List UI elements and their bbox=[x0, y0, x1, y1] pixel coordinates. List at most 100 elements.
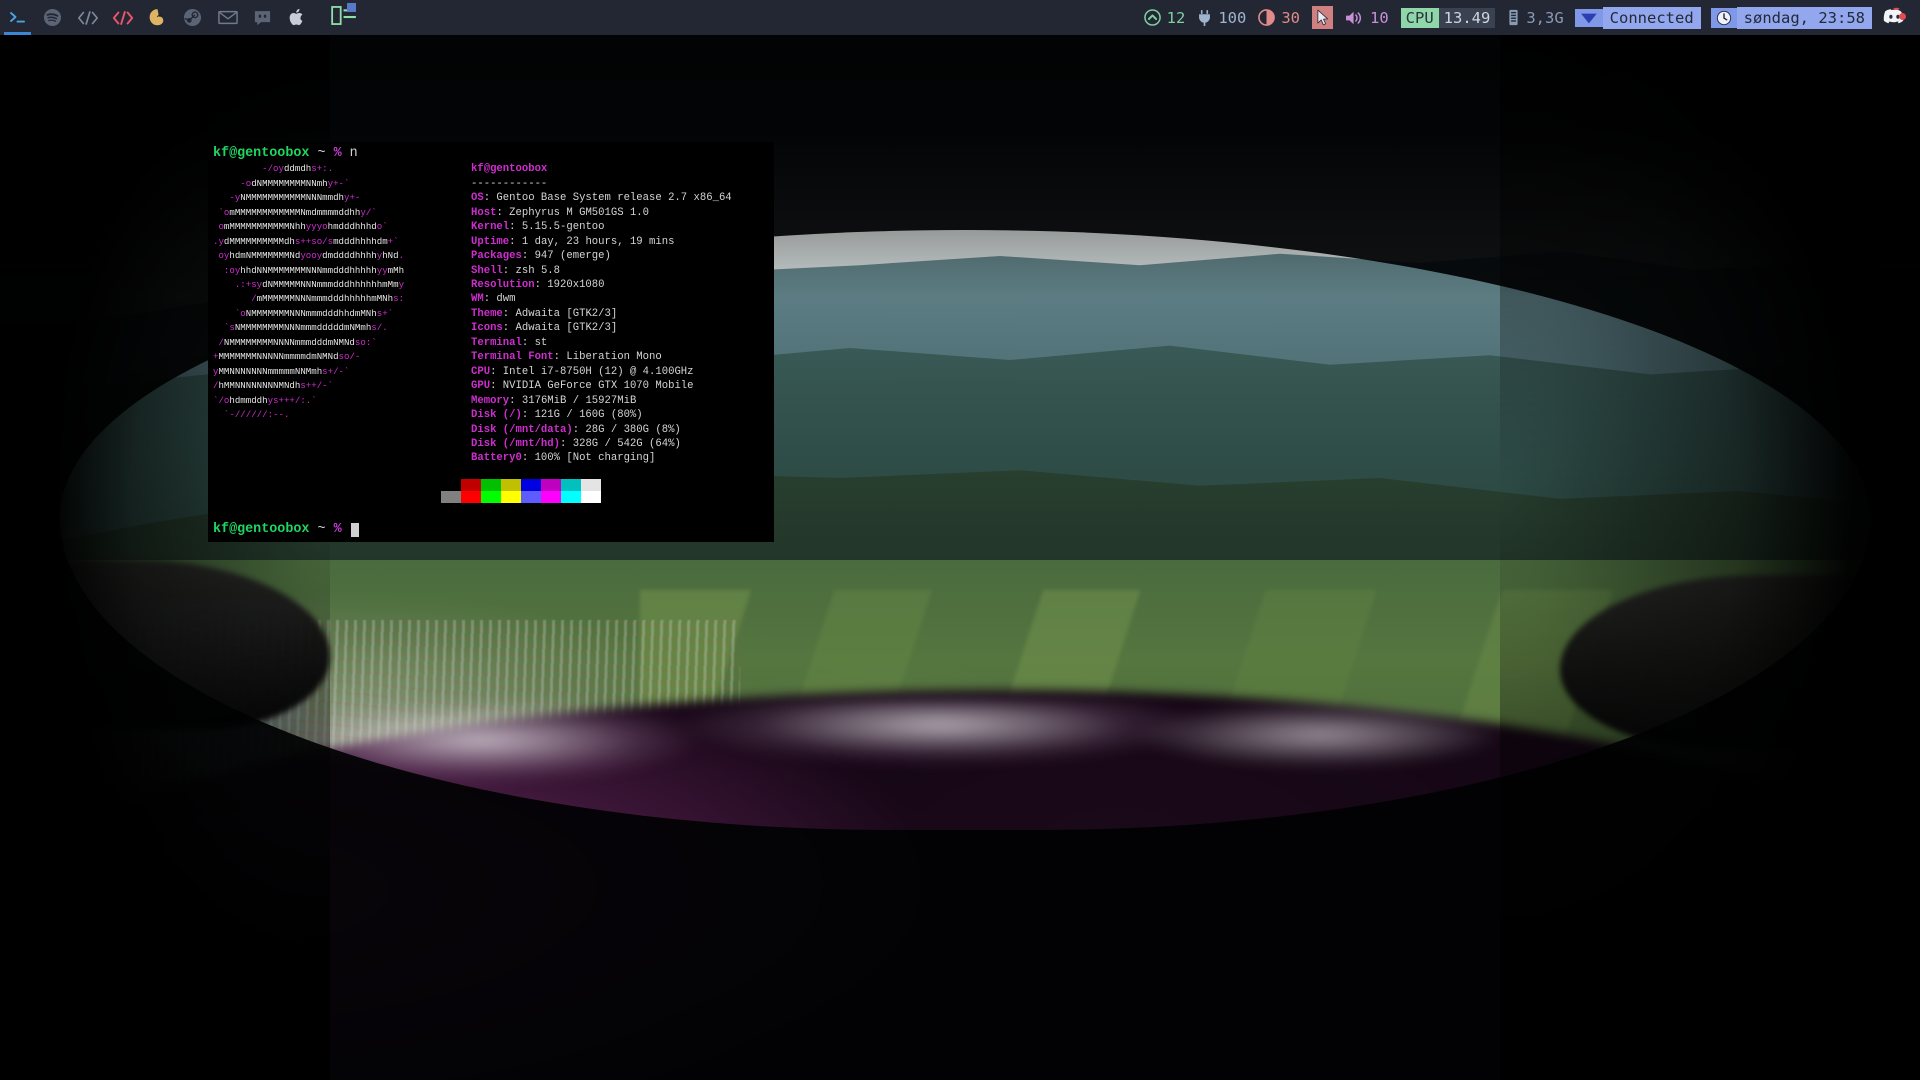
fetch-rule: ------------ bbox=[471, 177, 548, 190]
tag-code-gray[interactable] bbox=[70, 0, 105, 35]
fetch-row: Theme: Adwaita [GTK2/3] bbox=[471, 307, 732, 321]
code-brackets-red-icon bbox=[112, 10, 134, 26]
fetch-value: : 1920x1080 bbox=[534, 279, 605, 292]
desktop-screen: 12 100 30 10 CPU 13.49 3,3G Connected sø… bbox=[0, 0, 1920, 1080]
fetch-value: : dwm bbox=[483, 293, 516, 306]
prompt-user-host: kf@gentoobox bbox=[213, 146, 310, 161]
palette-swatch bbox=[541, 478, 561, 491]
fetch-value: : NVIDIA GeForce GTX 1070 Mobile bbox=[490, 380, 694, 393]
fetch-value: : 5.15.5-gentoo bbox=[509, 221, 605, 234]
fetch-row: Host: Zephyrus M GM501GS 1.0 bbox=[471, 206, 732, 220]
fetch-row: Resolution: 1920x1080 bbox=[471, 278, 732, 292]
prompt2-user-host: kf@gentoobox bbox=[213, 521, 310, 537]
fetch-value: : 121G / 160G (80%) bbox=[521, 409, 643, 422]
fetch-key: Theme bbox=[471, 307, 503, 320]
arrow-up-circle-icon bbox=[1143, 9, 1161, 26]
fetch-key: Memory bbox=[471, 394, 510, 407]
memory-value: 3,3G bbox=[1526, 8, 1564, 27]
fetch-value: : 328G / 542G (64%) bbox=[560, 438, 681, 451]
tag-spotify[interactable] bbox=[35, 0, 70, 35]
palette-swatch bbox=[581, 490, 601, 503]
systray-discord[interactable] bbox=[1877, 7, 1914, 29]
apple-icon bbox=[289, 8, 306, 27]
fetch-key: GPU bbox=[471, 380, 491, 393]
fetch-value: : 3176MiB / 15927MiB bbox=[509, 394, 637, 407]
tag-discord[interactable] bbox=[245, 0, 280, 35]
fetch-key: Battery0 bbox=[471, 452, 522, 465]
wifi-icon bbox=[1574, 8, 1603, 27]
prompt2-path: ~ bbox=[317, 521, 326, 537]
cursor-icon bbox=[1312, 6, 1333, 29]
fetch-value: : zsh 5.8 bbox=[502, 264, 561, 277]
fetch-key: CPU bbox=[471, 365, 491, 378]
fetch-key: Host bbox=[471, 206, 497, 219]
status-volume[interactable]: 10 bbox=[1339, 0, 1395, 35]
tag-terminal[interactable] bbox=[0, 0, 35, 35]
fetch-row: Shell: zsh 5.8 bbox=[471, 264, 732, 278]
fetch-key: Packages bbox=[471, 250, 522, 263]
status-cpu[interactable]: CPU 13.49 bbox=[1395, 0, 1502, 35]
speaker-icon bbox=[1345, 10, 1364, 26]
status-area: 12 100 30 10 CPU 13.49 3,3G Connected sø… bbox=[1138, 0, 1920, 35]
prompt-symbol: % bbox=[333, 146, 342, 161]
fetch-key: Uptime bbox=[471, 235, 510, 248]
mail-icon bbox=[217, 10, 238, 25]
fetch-key: OS bbox=[471, 192, 484, 205]
neofetch-output: -/oyddmdhs+:. -odNMMMMMMMMNNmhy+-` -yNMM… bbox=[213, 162, 770, 466]
notification-badge bbox=[1899, 12, 1906, 20]
wallpaper-fabric-highlight bbox=[300, 700, 1500, 850]
code-brackets-icon bbox=[77, 10, 99, 26]
status-cursor[interactable] bbox=[1306, 0, 1339, 35]
fetch-value: : 1 day, 23 hours, 19 mins bbox=[509, 235, 675, 248]
palette-swatch bbox=[561, 478, 581, 491]
plug-icon bbox=[1197, 9, 1212, 27]
terminal-window-st[interactable]: kf@gentoobox ~ % n -/oyddmdhs+:. -odNMMM… bbox=[208, 142, 774, 542]
fetch-key: WM bbox=[471, 293, 484, 306]
discord-icon bbox=[253, 9, 272, 27]
layout-indicator[interactable] bbox=[315, 0, 373, 35]
palette-row-bright bbox=[441, 490, 770, 503]
clock-value: søndag, 23:58 bbox=[1736, 6, 1872, 29]
fetch-value: : 100% [Not charging] bbox=[521, 452, 656, 465]
spotify-icon bbox=[43, 8, 62, 27]
palette-swatch bbox=[501, 490, 521, 503]
command-line: kf@gentoobox ~ % n bbox=[213, 146, 770, 161]
palette-swatch bbox=[561, 490, 581, 503]
status-brightness[interactable]: 30 bbox=[1252, 0, 1306, 35]
status-clock[interactable]: søndag, 23:58 bbox=[1706, 0, 1877, 35]
status-network[interactable]: Connected bbox=[1570, 0, 1706, 35]
neofetch-color-palette bbox=[441, 478, 770, 503]
network-status: Connected bbox=[1602, 6, 1701, 29]
floating-window-indicator bbox=[347, 3, 356, 12]
fetch-key: Terminal Font bbox=[471, 351, 554, 364]
terminal-content: kf@gentoobox ~ % n -/oyddmdhs+:. -odNMMM… bbox=[208, 142, 774, 542]
fetch-row: Terminal: st bbox=[471, 336, 732, 350]
ram-icon bbox=[1507, 9, 1520, 26]
fetch-row: Uptime: 1 day, 23 hours, 19 mins bbox=[471, 235, 732, 249]
text-cursor bbox=[350, 522, 359, 537]
palette-row-normal bbox=[441, 478, 770, 491]
palette-swatch bbox=[461, 490, 481, 503]
status-battery[interactable]: 100 bbox=[1191, 0, 1252, 35]
palette-swatch bbox=[541, 490, 561, 503]
cpu-value: 13.49 bbox=[1438, 7, 1496, 28]
fetch-value: : 947 (emerge) bbox=[521, 250, 611, 263]
steam-icon bbox=[183, 8, 202, 27]
fetch-value: : Liberation Mono bbox=[553, 351, 662, 364]
tag-apple[interactable] bbox=[280, 0, 315, 35]
status-memory[interactable]: 3,3G bbox=[1501, 0, 1569, 35]
fetch-row: Disk (/): 121G / 160G (80%) bbox=[471, 408, 732, 422]
window-title bbox=[373, 0, 1138, 35]
fetch-row: Terminal Font: Liberation Mono bbox=[471, 350, 732, 364]
tag-mail[interactable] bbox=[210, 0, 245, 35]
palette-swatch bbox=[501, 478, 521, 491]
status-updates[interactable]: 12 bbox=[1138, 0, 1192, 35]
tag-code-red[interactable] bbox=[105, 0, 140, 35]
tag-firefox[interactable] bbox=[140, 0, 175, 35]
fetch-row: Disk (/mnt/data): 28G / 380G (8%) bbox=[471, 423, 732, 437]
tag-steam[interactable] bbox=[175, 0, 210, 35]
fetch-row: GPU: NVIDIA GeForce GTX 1070 Mobile bbox=[471, 379, 732, 393]
active-prompt-line[interactable]: kf@gentoobox ~ % bbox=[213, 521, 359, 537]
brightness-value: 30 bbox=[1281, 8, 1300, 27]
prompt-path: ~ bbox=[317, 146, 326, 161]
